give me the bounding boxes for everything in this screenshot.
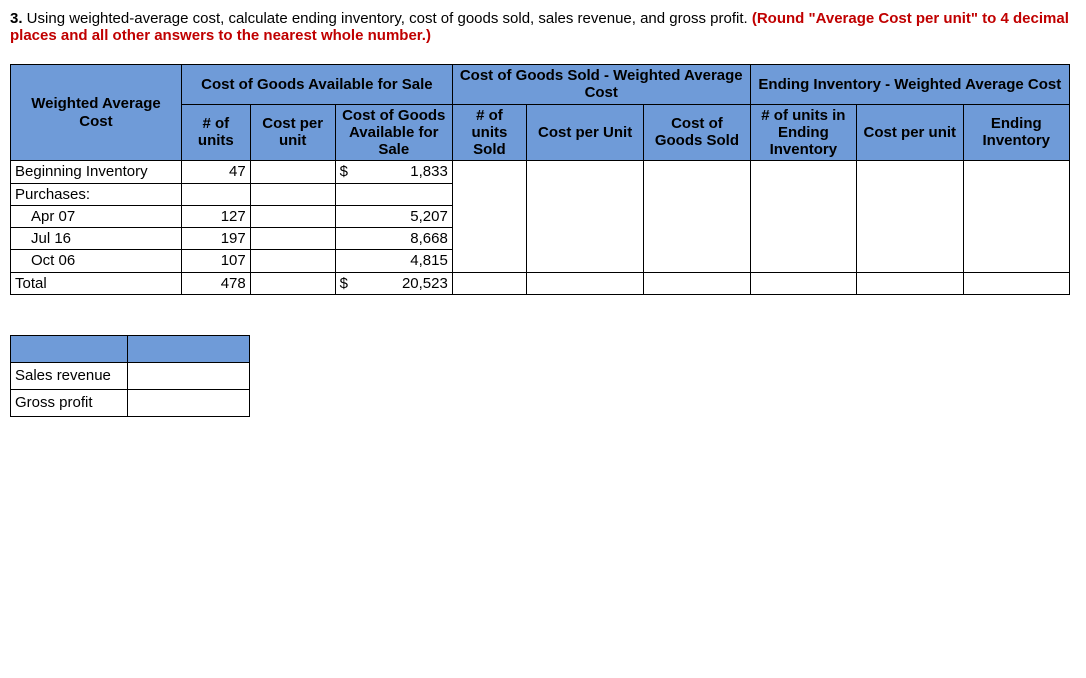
total-cogas: $20,523: [335, 272, 452, 294]
sales-revenue-input[interactable]: [128, 362, 250, 389]
row-label-beginning: Beginning Inventory: [11, 161, 182, 183]
oct06-cogas: 4,815: [335, 250, 452, 272]
beginning-units: 47: [181, 161, 250, 183]
apr07-cost-per-unit[interactable]: [250, 205, 335, 227]
table-row: Gross profit: [11, 389, 250, 416]
ei-cost-per-unit-cell[interactable]: [857, 161, 963, 272]
sub-header-units-ei: # of units in Ending Inventory: [750, 104, 856, 161]
jul16-cost-per-unit[interactable]: [250, 228, 335, 250]
sub-header-cogs: Cost of Goods Sold: [644, 104, 750, 161]
table-row: Beginning Inventory 47 $1,833: [11, 161, 1070, 183]
apr07-cogas: 5,207: [335, 205, 452, 227]
row-label-sales-revenue: Sales revenue: [11, 362, 128, 389]
row-label-gross-profit: Gross profit: [11, 389, 128, 416]
group-header-cogas: Cost of Goods Available for Sale: [181, 65, 452, 105]
cogs-cell[interactable]: [644, 161, 750, 272]
row-label-jul16: Jul 16: [11, 228, 182, 250]
weighted-average-cost-table: Weighted Average Cost Cost of Goods Avai…: [10, 64, 1070, 295]
oct06-units: 107: [181, 250, 250, 272]
total-units-ei[interactable]: [750, 272, 856, 294]
sub-header-cogas: Cost of Goods Available for Sale: [335, 104, 452, 161]
sub-header-cost-per-unit2: Cost per Unit: [527, 104, 644, 161]
total-units-sold[interactable]: [452, 272, 526, 294]
table-row: Sales revenue: [11, 362, 250, 389]
total-cogs[interactable]: [644, 272, 750, 294]
total-cost-per-unit3[interactable]: [857, 272, 963, 294]
gross-profit-input[interactable]: [128, 389, 250, 416]
ei-cell[interactable]: [963, 161, 1069, 272]
row-label-total: Total: [11, 272, 182, 294]
total-ei[interactable]: [963, 272, 1069, 294]
row-heading: Weighted Average Cost: [11, 65, 182, 161]
oct06-cost-per-unit[interactable]: [250, 250, 335, 272]
jul16-cogas: 8,668: [335, 228, 452, 250]
sub-header-cost-per-unit3: Cost per unit: [857, 104, 963, 161]
table-row: Total 478 $20,523: [11, 272, 1070, 294]
sub-header-units: # of units: [181, 104, 250, 161]
small-table-header-blank1: [11, 335, 128, 362]
question-number: 3.: [10, 10, 23, 27]
group-header-cogs: Cost of Goods Sold - Weighted Average Co…: [452, 65, 750, 105]
sub-header-ei: Ending Inventory: [963, 104, 1069, 161]
total-units: 478: [181, 272, 250, 294]
small-table-header-blank2: [128, 335, 250, 362]
row-label-apr07: Apr 07: [11, 205, 182, 227]
row-label-oct06: Oct 06: [11, 250, 182, 272]
sub-header-units-sold: # of units Sold: [452, 104, 526, 161]
group-header-ei: Ending Inventory - Weighted Average Cost: [750, 65, 1069, 105]
row-label-purchases: Purchases:: [11, 183, 182, 205]
ei-units-cell[interactable]: [750, 161, 856, 272]
apr07-units: 127: [181, 205, 250, 227]
total-cost-per-unit2[interactable]: [527, 272, 644, 294]
total-cost-per-unit[interactable]: [250, 272, 335, 294]
beginning-cost-per-unit[interactable]: [250, 161, 335, 183]
sales-gross-profit-table: Sales revenue Gross profit: [10, 335, 250, 417]
sub-header-cost-per-unit: Cost per unit: [250, 104, 335, 161]
cogs-cost-per-unit-cell[interactable]: [527, 161, 644, 272]
question-text: 3. Using weighted-average cost, calculat…: [10, 10, 1076, 44]
beginning-cogas: $1,833: [335, 161, 452, 183]
jul16-units: 197: [181, 228, 250, 250]
cogs-units-sold-cell[interactable]: [452, 161, 526, 272]
